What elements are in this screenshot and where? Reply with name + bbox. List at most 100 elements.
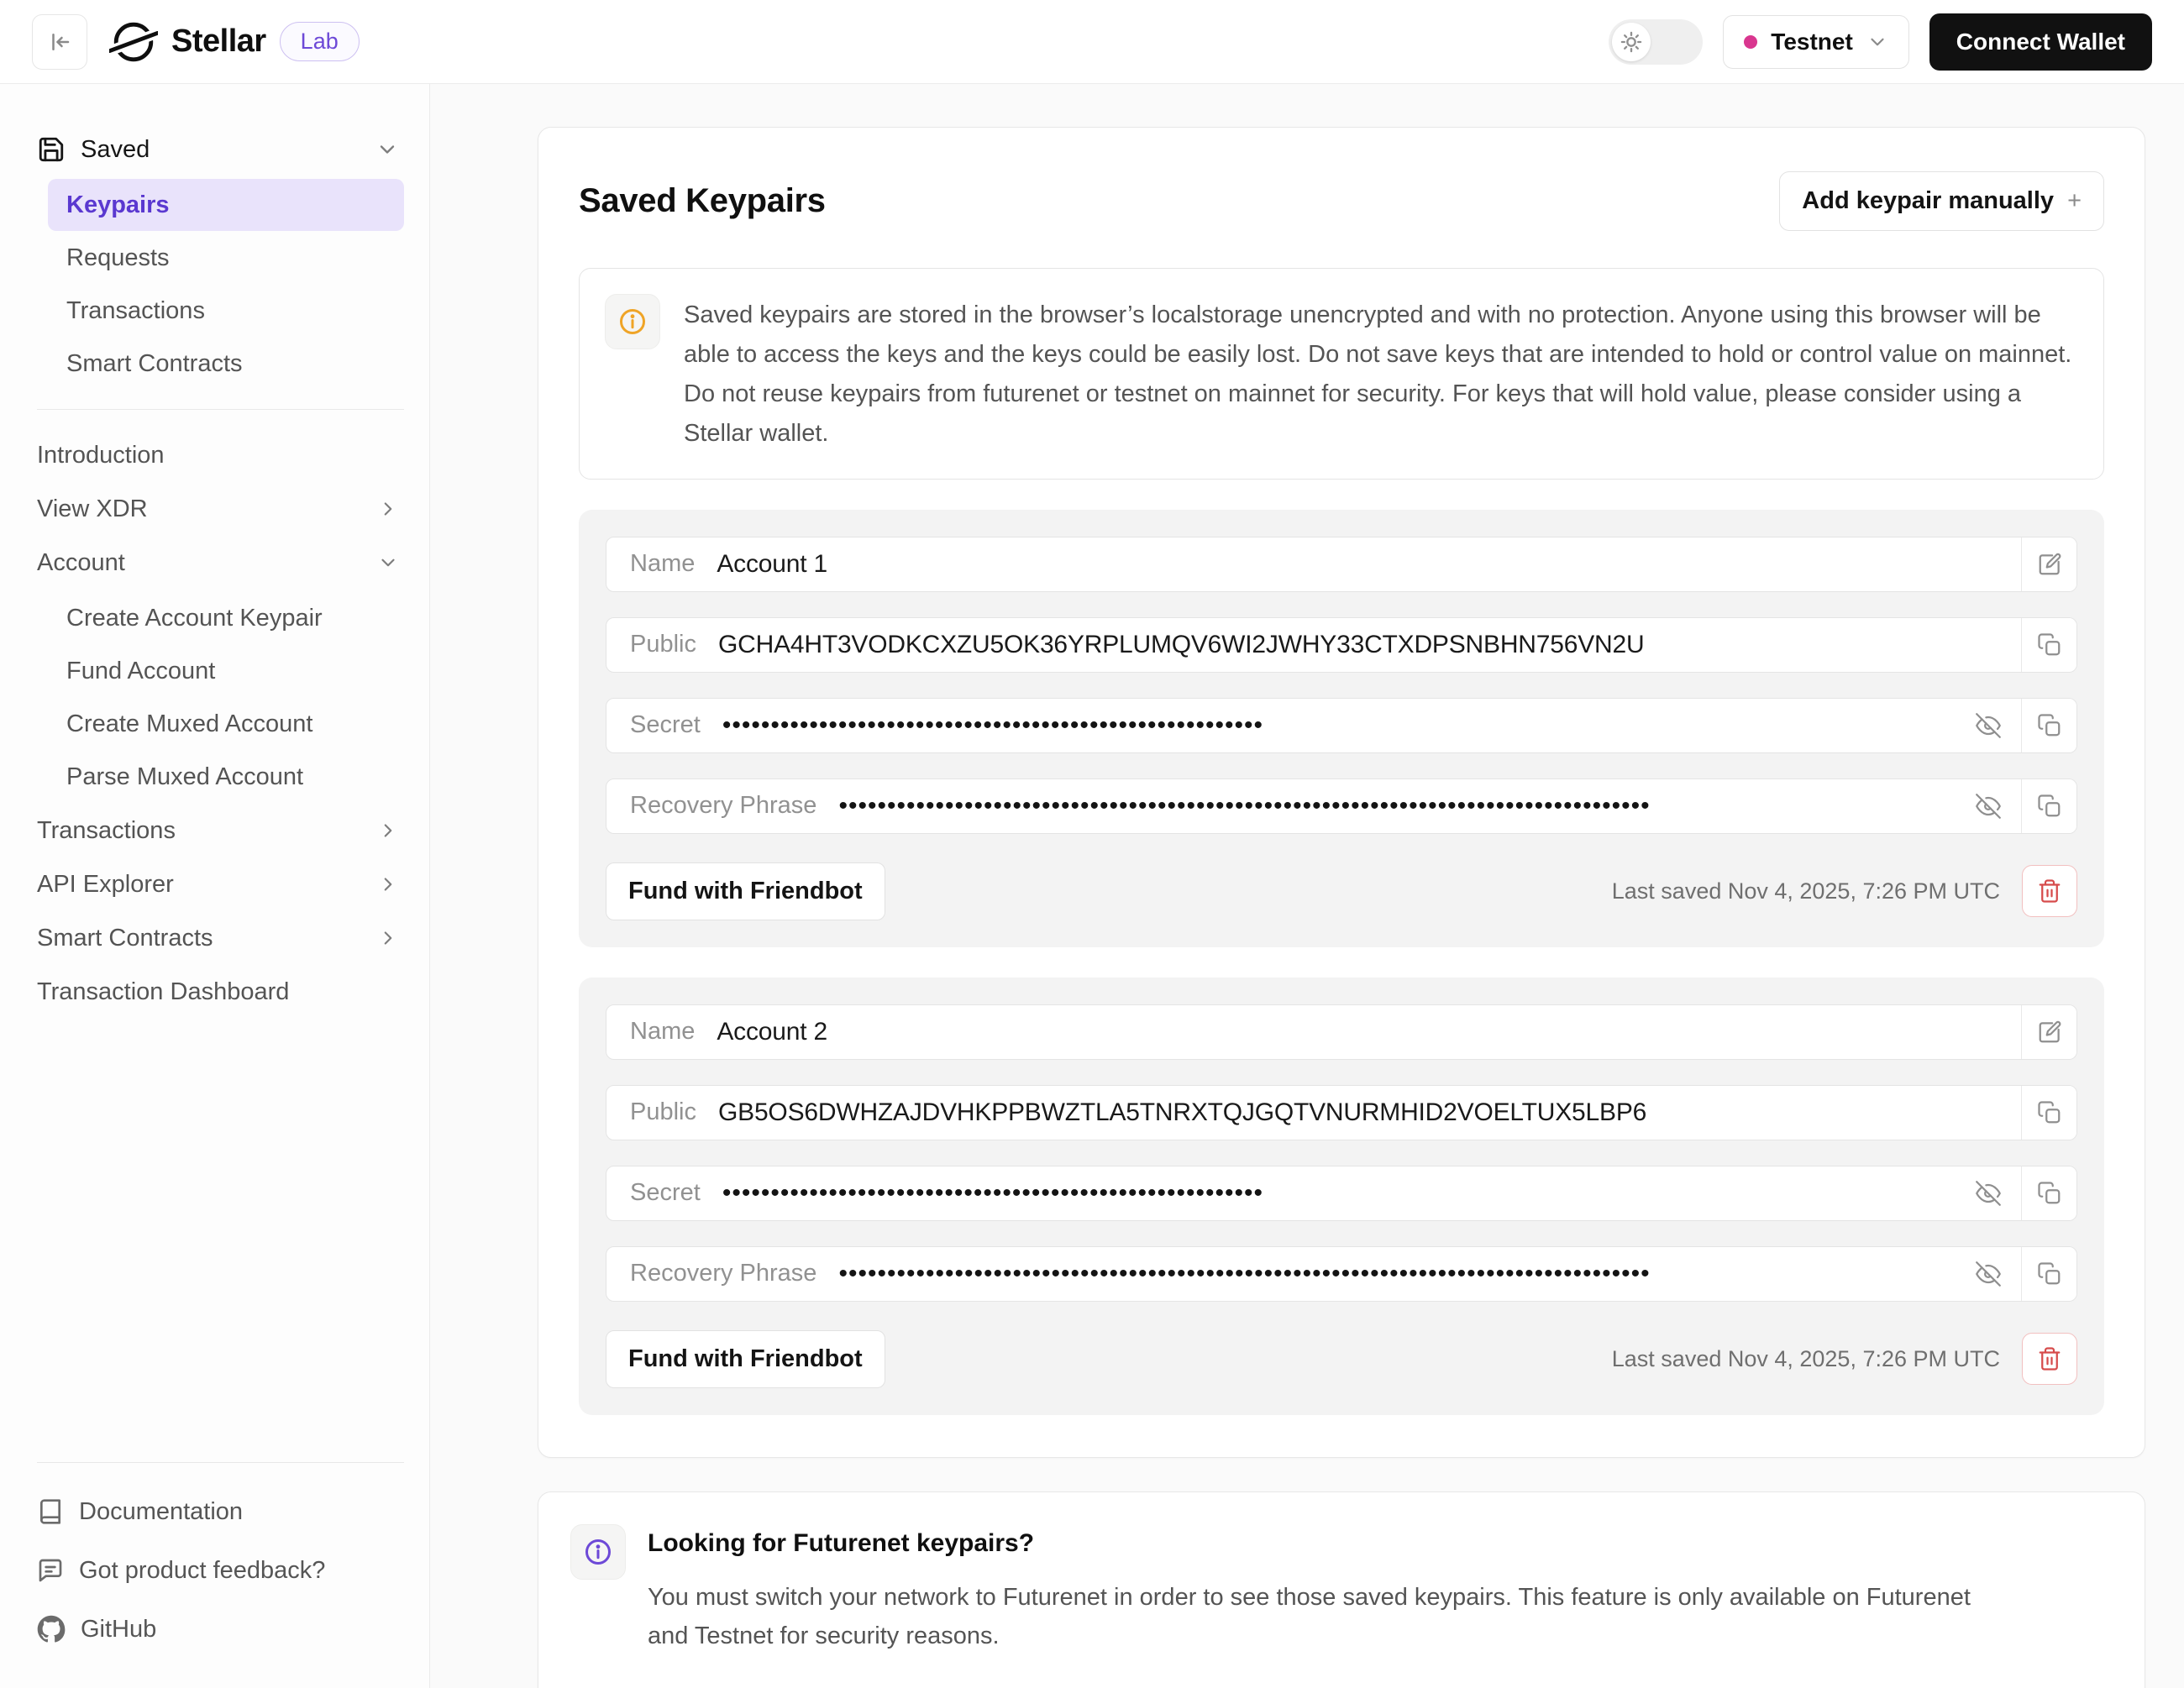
sidebar: Saved Keypairs Requests Transactions Sma…: [0, 84, 430, 1688]
copy-secret-key-button[interactable]: [2021, 1166, 2076, 1220]
connect-wallet-button[interactable]: Connect Wallet: [1929, 13, 2152, 71]
edit-name-button[interactable]: [2021, 537, 2076, 591]
sidebar-item-smart-contracts[interactable]: Smart Contracts: [37, 911, 404, 965]
sidebar-item-label: API Explorer: [37, 871, 174, 899]
sidebar-item-account[interactable]: Account: [37, 536, 404, 590]
chevron-right-icon: [377, 873, 399, 895]
sidebar-divider: [37, 409, 404, 410]
documentation-link[interactable]: Documentation: [37, 1488, 404, 1535]
sidebar-item-introduction[interactable]: Introduction: [37, 428, 404, 482]
theme-toggle[interactable]: [1609, 19, 1703, 65]
delete-keypair-button[interactable]: [2022, 1333, 2077, 1385]
plus-icon: +: [2067, 187, 2082, 215]
sidebar-item-requests[interactable]: Requests: [48, 232, 404, 284]
sun-icon: [1620, 30, 1643, 54]
eye-off-icon: [1976, 1181, 2001, 1206]
name-row: Name Account 2: [606, 1004, 2077, 1060]
eye-off-icon: [1976, 794, 2001, 819]
copy-icon: [2037, 1261, 2062, 1287]
futurenet-body: You must switch your network to Futurene…: [648, 1578, 1992, 1656]
add-keypair-label: Add keypair manually: [1802, 187, 2054, 215]
book-icon: [37, 1498, 64, 1525]
sidebar-item-label: View XDR: [37, 495, 148, 523]
toggle-recovery-visibility-button[interactable]: [1976, 794, 2001, 819]
recovery-phrase-label: Recovery Phrase: [630, 792, 816, 820]
copy-public-key-button[interactable]: [2021, 1086, 2076, 1140]
copy-public-key-button[interactable]: [2021, 618, 2076, 672]
futurenet-icon-tile: [570, 1524, 626, 1580]
recovery-phrase-row: Recovery Phrase ••••••••••••••••••••••••…: [606, 1246, 2077, 1302]
toggle-secret-visibility-button[interactable]: [1976, 713, 2001, 738]
eye-off-icon: [1976, 713, 2001, 738]
feedback-link[interactable]: Got product feedback?: [37, 1547, 404, 1594]
last-saved-timestamp: Last saved Nov 4, 2025, 7:26 PM UTC: [1612, 878, 2000, 904]
sidebar-item-keypairs[interactable]: Keypairs: [48, 179, 404, 231]
toggle-secret-visibility-button[interactable]: [1976, 1181, 2001, 1206]
add-keypair-button[interactable]: Add keypair manually +: [1779, 171, 2104, 231]
copy-icon: [2037, 1181, 2062, 1206]
sidebar-item-create-muxed-account[interactable]: Create Muxed Account: [48, 698, 404, 750]
public-key-row: Public GB5OS6DWHZAJDVHKPPBWZTLA5TNRXTQJG…: [606, 1085, 2077, 1140]
sidebar-item-saved-transactions[interactable]: Transactions: [48, 285, 404, 337]
trash-icon: [2037, 878, 2062, 904]
info-circle-icon: [583, 1537, 613, 1567]
github-link[interactable]: GitHub: [37, 1606, 404, 1653]
sidebar-item-label: Smart Contracts: [37, 925, 213, 952]
chevron-down-icon: [375, 138, 399, 161]
fund-with-friendbot-button[interactable]: Fund with Friendbot: [606, 862, 885, 920]
delete-keypair-button[interactable]: [2022, 865, 2077, 917]
sidebar-item-view-xdr[interactable]: View XDR: [37, 482, 404, 536]
chevron-right-icon: [377, 820, 399, 841]
collapse-sidebar-button[interactable]: [32, 14, 87, 70]
storage-warning-box: Saved keypairs are stored in the browser…: [579, 268, 2104, 480]
public-key-value: GB5OS6DWHZAJDVHKPPBWZTLA5TNRXTQJGQTVNURM…: [718, 1098, 1646, 1127]
network-selector[interactable]: Testnet: [1723, 15, 1909, 69]
floppy-disk-icon: [37, 135, 66, 164]
toggle-recovery-visibility-button[interactable]: [1976, 1261, 2001, 1287]
sidebar-item-saved[interactable]: Saved: [37, 123, 404, 176]
public-key-value: GCHA4HT3VODKCXZU5OK36YRPLUMQV6WI2JWHY33C…: [718, 631, 1644, 659]
brand[interactable]: Stellar Lab: [109, 18, 360, 66]
fund-with-friendbot-button[interactable]: Fund with Friendbot: [606, 1330, 885, 1388]
sidebar-footer: Documentation Got product feedback? GitH…: [37, 1462, 404, 1653]
secret-key-masked-value: ••••••••••••••••••••••••••••••••••••••••…: [722, 1179, 1263, 1208]
sidebar-item-create-account-keypair[interactable]: Create Account Keypair: [48, 592, 404, 644]
stellar-logo-icon: [109, 18, 158, 66]
sidebar-item-label: Account: [37, 549, 125, 577]
recovery-phrase-masked-value: ••••••••••••••••••••••••••••••••••••••••…: [838, 1260, 1650, 1288]
public-key-label: Public: [630, 631, 696, 658]
sidebar-item-transaction-dashboard[interactable]: Transaction Dashboard: [37, 965, 404, 1019]
copy-recovery-phrase-button[interactable]: [2021, 779, 2076, 833]
sidebar-item-label: Saved: [81, 136, 150, 164]
recovery-phrase-label: Recovery Phrase: [630, 1260, 816, 1287]
sidebar-item-api-explorer[interactable]: API Explorer: [37, 857, 404, 911]
chevron-down-icon: [1866, 31, 1888, 53]
secret-key-row: Secret •••••••••••••••••••••••••••••••••…: [606, 698, 2077, 753]
sidebar-item-saved-smart-contracts[interactable]: Smart Contracts: [48, 338, 404, 390]
sidebar-item-fund-account[interactable]: Fund Account: [48, 645, 404, 697]
feedback-label: Got product feedback?: [79, 1557, 325, 1585]
sidebar-item-label: Transactions: [37, 817, 176, 845]
copy-icon: [2037, 632, 2062, 658]
chevron-down-icon: [377, 552, 399, 574]
name-value[interactable]: Account 2: [717, 1018, 827, 1046]
copy-icon: [2037, 713, 2062, 738]
recovery-phrase-row: Recovery Phrase ••••••••••••••••••••••••…: [606, 778, 2077, 834]
secret-key-row: Secret •••••••••••••••••••••••••••••••••…: [606, 1166, 2077, 1221]
name-value[interactable]: Account 1: [717, 550, 827, 579]
sidebar-item-transactions[interactable]: Transactions: [37, 804, 404, 857]
network-status-dot: [1744, 35, 1757, 49]
public-key-row: Public GCHA4HT3VODKCXZU5OK36YRPLUMQV6WI2…: [606, 617, 2077, 673]
edit-name-button[interactable]: [2021, 1005, 2076, 1059]
speech-bubble-icon: [37, 1557, 64, 1584]
copy-secret-key-button[interactable]: [2021, 699, 2076, 752]
switch-to-futurenet-link[interactable]: Switch to Futurenet: [648, 1685, 875, 1688]
name-label: Name: [630, 1018, 695, 1046]
recovery-phrase-masked-value: ••••••••••••••••••••••••••••••••••••••••…: [838, 792, 1650, 820]
eye-off-icon: [1976, 1261, 2001, 1287]
keypair-card-account-1: Name Account 1 Public GCHA4HT3VODKCXZU5O…: [579, 510, 2104, 947]
copy-recovery-phrase-button[interactable]: [2021, 1247, 2076, 1301]
storage-warning-text: Saved keypairs are stored in the browser…: [684, 294, 2078, 453]
sidebar-item-parse-muxed-account[interactable]: Parse Muxed Account: [48, 751, 404, 803]
edit-icon: [2037, 552, 2062, 577]
